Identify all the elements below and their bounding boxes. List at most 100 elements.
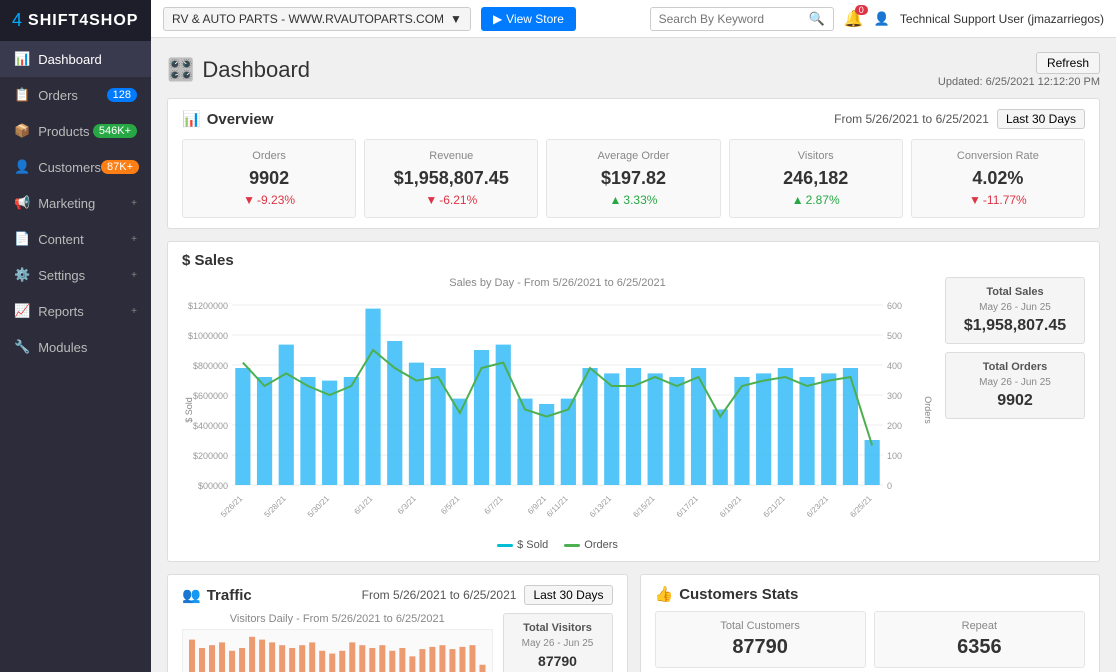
sidebar-icon-marketing: 📢 bbox=[14, 195, 30, 211]
refresh-button[interactable]: Refresh bbox=[1036, 52, 1100, 74]
expand-reports: + bbox=[131, 306, 137, 317]
sidebar-item-content[interactable]: 📄 Content + bbox=[0, 221, 151, 257]
notification-bell[interactable]: 🔔 0 bbox=[844, 9, 864, 29]
total-customers-stat: Total Customers 87790 bbox=[655, 611, 866, 668]
badge-orders: 128 bbox=[107, 88, 137, 102]
svg-text:$800000: $800000 bbox=[193, 361, 228, 371]
sidebar-item-left-products: 📦 Products bbox=[14, 123, 90, 139]
badge-customers: 87K+ bbox=[101, 160, 139, 174]
svg-text:$00000: $00000 bbox=[198, 481, 228, 491]
search-box[interactable]: 🔍 bbox=[650, 7, 834, 31]
sidebar-item-settings[interactable]: ⚙️ Settings + bbox=[0, 257, 151, 293]
stat-card-conversion-rate: Conversion Rate 4.02% ▼-11.77% bbox=[911, 139, 1085, 218]
date-filter-dropdown[interactable]: Last 30 Days bbox=[997, 109, 1085, 129]
sidebar-icon-dashboard: 📊 bbox=[14, 51, 30, 67]
svg-text:6/17/21: 6/17/21 bbox=[675, 494, 701, 520]
expand-marketing: + bbox=[131, 198, 137, 209]
sidebar-item-left-customers: 👤 Customers bbox=[14, 159, 101, 175]
customers-title: 👍 Customers Stats bbox=[655, 585, 799, 603]
legend-sold: $ Sold bbox=[497, 539, 548, 551]
svg-text:6/13/21: 6/13/21 bbox=[588, 494, 614, 520]
sidebar-icon-reports: 📈 bbox=[14, 303, 30, 319]
sidebar: 4 SHIFT4SHOP 📊 Dashboard 📋 Orders 128 📦 … bbox=[0, 0, 151, 672]
svg-text:400: 400 bbox=[887, 361, 902, 371]
sidebar-item-dashboard[interactable]: 📊 Dashboard bbox=[0, 41, 151, 77]
legend-dot-sold bbox=[497, 544, 513, 547]
expand-settings: + bbox=[131, 270, 137, 281]
sidebar-item-marketing[interactable]: 📢 Marketing + bbox=[0, 185, 151, 221]
sidebar-item-customers[interactable]: 👤 Customers 87K+ bbox=[0, 149, 151, 185]
main-content: RV & AUTO PARTS - WWW.RVAUTOPARTS.COM ▼ … bbox=[151, 0, 1116, 672]
sidebar-label-content: Content bbox=[38, 232, 84, 247]
svg-text:6/11/21: 6/11/21 bbox=[545, 494, 570, 519]
search-input[interactable] bbox=[659, 12, 809, 26]
view-store-button[interactable]: ▶ View Store bbox=[481, 7, 576, 31]
svg-text:$200000: $200000 bbox=[193, 451, 228, 461]
store-name: RV & AUTO PARTS - WWW.RVAUTOPARTS.COM bbox=[172, 12, 444, 26]
svg-text:500: 500 bbox=[887, 331, 902, 341]
sidebar-label-orders: Orders bbox=[38, 88, 78, 103]
svg-text:Orders: Orders bbox=[923, 396, 933, 424]
sidebar-item-left-content: 📄 Content bbox=[14, 231, 84, 247]
svg-text:$ Sold: $ Sold bbox=[184, 397, 194, 423]
store-selector-chevron: ▼ bbox=[450, 12, 462, 26]
customers-header: 👍 Customers Stats bbox=[655, 585, 1086, 603]
customers-section: 👍 Customers Stats Total Customers 87790 … bbox=[640, 574, 1101, 672]
sidebar-item-left-reports: 📈 Reports bbox=[14, 303, 84, 319]
sales-title: $ Sales bbox=[182, 252, 1085, 269]
traffic-bar-chart bbox=[182, 629, 493, 672]
expand-content: + bbox=[131, 234, 137, 245]
sales-section: $ Sales Sales by Day - From 5/26/2021 to… bbox=[167, 241, 1100, 562]
svg-text:5/28/21: 5/28/21 bbox=[262, 494, 288, 520]
sidebar-item-left-modules: 🔧 Modules bbox=[14, 339, 87, 355]
store-selector[interactable]: RV & AUTO PARTS - WWW.RVAUTOPARTS.COM ▼ bbox=[163, 7, 471, 31]
sidebar-item-left-dashboard: 📊 Dashboard bbox=[14, 51, 102, 67]
svg-text:6/3/21: 6/3/21 bbox=[396, 494, 418, 516]
total-orders-card: Total Orders May 26 - Jun 25 9902 bbox=[945, 352, 1085, 419]
legend-dot-orders bbox=[564, 544, 580, 547]
sidebar-icon-content: 📄 bbox=[14, 231, 30, 247]
svg-text:$1000000: $1000000 bbox=[188, 331, 228, 341]
sidebar-item-left-orders: 📋 Orders bbox=[14, 87, 78, 103]
svg-text:6/21/21: 6/21/21 bbox=[762, 494, 788, 520]
svg-text:$600000: $600000 bbox=[193, 391, 228, 401]
view-store-icon: ▶ bbox=[493, 12, 502, 26]
chart-legend: $ Sold Orders bbox=[182, 539, 933, 551]
sidebar-item-modules[interactable]: 🔧 Modules bbox=[0, 329, 151, 365]
stat-card-visitors: Visitors 246,182 ▲2.87% bbox=[729, 139, 903, 218]
logo-icon: 4 bbox=[12, 10, 22, 31]
repeat-customers-stat: Repeat 6356 bbox=[874, 611, 1085, 668]
topbar: RV & AUTO PARTS - WWW.RVAUTOPARTS.COM ▼ … bbox=[151, 0, 1116, 38]
content-area: 🎛️ Dashboard Refresh Updated: 6/25/2021 … bbox=[151, 38, 1116, 672]
svg-text:0: 0 bbox=[887, 481, 892, 491]
svg-text:6/1/21: 6/1/21 bbox=[352, 494, 374, 516]
sidebar-item-orders[interactable]: 📋 Orders 128 bbox=[0, 77, 151, 113]
sidebar-icon-settings: ⚙️ bbox=[14, 267, 30, 283]
sidebar-item-products[interactable]: 📦 Products 546K+ bbox=[0, 113, 151, 149]
sidebar-icon-orders: 📋 bbox=[14, 87, 30, 103]
traffic-icon: 👥 bbox=[182, 586, 201, 604]
sidebar-right-marketing: + bbox=[131, 198, 137, 209]
sidebar-label-marketing: Marketing bbox=[38, 196, 95, 211]
dashboard-icon: 🎛️ bbox=[167, 57, 194, 83]
traffic-chart-title: Visitors Daily - From 5/26/2021 to 6/25/… bbox=[182, 613, 493, 625]
sidebar-label-dashboard: Dashboard bbox=[38, 52, 102, 67]
svg-text:100: 100 bbox=[887, 451, 902, 461]
refresh-area: Refresh Updated: 6/25/2021 12:12:20 PM bbox=[938, 52, 1100, 88]
sidebar-right-content: + bbox=[131, 234, 137, 245]
svg-text:6/15/21: 6/15/21 bbox=[631, 494, 657, 520]
svg-text:6/23/21: 6/23/21 bbox=[805, 494, 831, 520]
page-header: 🎛️ Dashboard Refresh Updated: 6/25/2021 … bbox=[167, 52, 1100, 88]
svg-text:5/30/21: 5/30/21 bbox=[306, 494, 332, 520]
svg-text:$400000: $400000 bbox=[193, 421, 228, 431]
legend-orders: Orders bbox=[564, 539, 618, 551]
sidebar-label-products: Products bbox=[38, 124, 89, 139]
sidebar-item-reports[interactable]: 📈 Reports + bbox=[0, 293, 151, 329]
stat-card-orders: Orders 9902 ▼-9.23% bbox=[182, 139, 356, 218]
stats-grid: Orders 9902 ▼-9.23% Revenue $1,958,807.4… bbox=[182, 139, 1085, 218]
logo: 4 SHIFT4SHOP bbox=[0, 0, 151, 41]
updated-time: Updated: 6/25/2021 12:12:20 PM bbox=[938, 76, 1100, 88]
traffic-date-dropdown[interactable]: Last 30 Days bbox=[524, 585, 612, 605]
sidebar-right-settings: + bbox=[131, 270, 137, 281]
search-icon: 🔍 bbox=[809, 11, 825, 27]
